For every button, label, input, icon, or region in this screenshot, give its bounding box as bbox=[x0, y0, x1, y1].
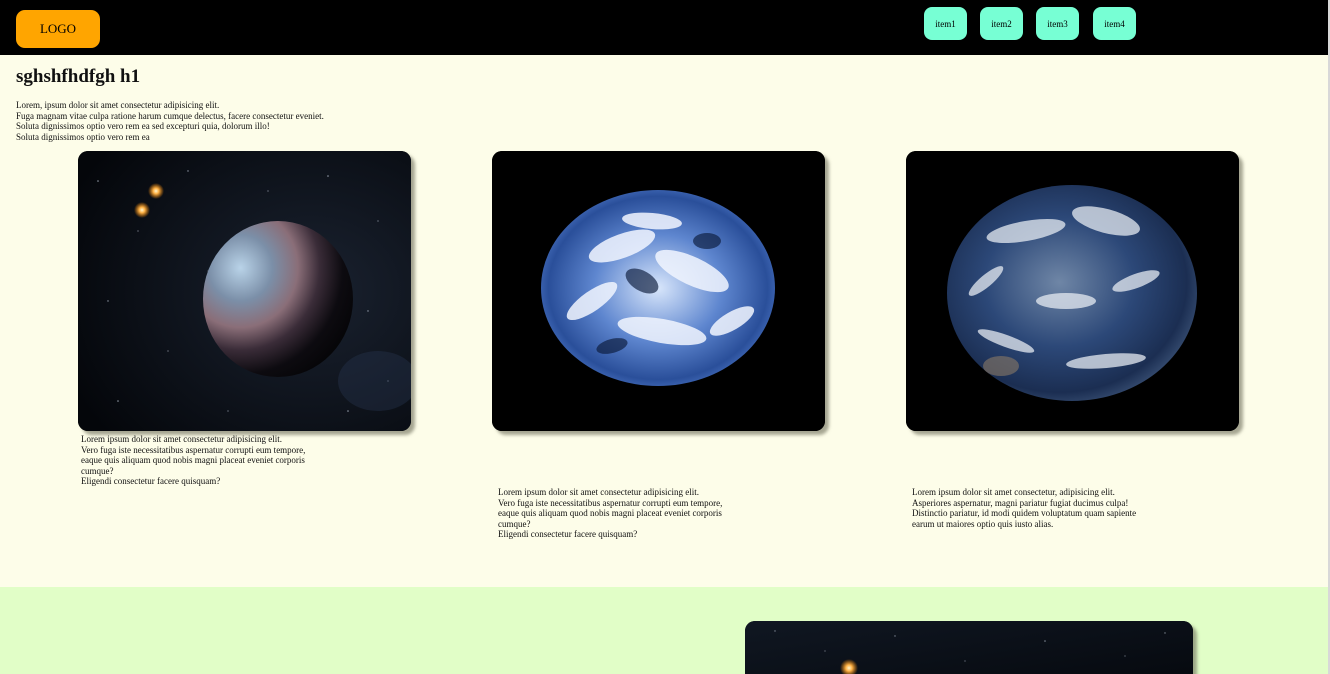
card-text-line: Eligendi consectetur facere quisquam? bbox=[498, 529, 638, 539]
section-2-image bbox=[745, 621, 1193, 674]
card-text-line: Vero fuga iste necessitatibus aspernatur… bbox=[81, 444, 306, 455]
header-bar: LOGO item1 item2 item3 item4 bbox=[0, 0, 1328, 55]
card-text-line: eaque quis aliquam quod nobis magni plac… bbox=[81, 455, 305, 465]
card-3-text: Lorem ipsum dolor sit amet consectetur, … bbox=[912, 487, 1152, 529]
blue-earth-image bbox=[492, 151, 825, 431]
planet-with-stars-image bbox=[745, 621, 1193, 674]
earth-globe-image bbox=[906, 151, 1239, 431]
card-text-line: cumque? bbox=[81, 465, 114, 476]
card-1-text: Lorem ipsum dolor sit amet consectetur a… bbox=[81, 434, 321, 487]
page: LOGO item1 item2 item3 item4 sghshfhdfgh… bbox=[0, 0, 1330, 674]
planet-with-stars-image bbox=[78, 151, 411, 431]
nav-item-3[interactable]: item3 bbox=[1036, 7, 1079, 40]
page-title: sghshfhdfgh h1 bbox=[16, 66, 141, 87]
card-text-line: cumque? bbox=[498, 518, 531, 529]
logo-button[interactable]: LOGO bbox=[16, 10, 100, 48]
card-2-image bbox=[492, 151, 825, 431]
card-text-line: earum ut maiores optio quis iusto alias. bbox=[912, 518, 1054, 529]
nav-item-2[interactable]: item2 bbox=[980, 7, 1023, 40]
card-text-line: Vero fuga iste necessitatibus aspernatur… bbox=[498, 497, 723, 508]
card-text-line: Asperiores aspernatur, magni pariatur fu… bbox=[912, 497, 1129, 508]
intro-paragraph: Lorem, ipsum dolor sit amet consectetur … bbox=[16, 100, 324, 142]
card-text-line: Eligendi consectetur facere quisquam? bbox=[81, 476, 221, 486]
intro-line: Soluta dignissimos optio vero rem ea sed… bbox=[16, 121, 270, 131]
card-1-image bbox=[78, 151, 411, 431]
card-text-line: Lorem ipsum dolor sit amet consectetur a… bbox=[498, 487, 699, 497]
card-text-line: eaque quis aliquam quod nobis magni plac… bbox=[498, 508, 722, 518]
card-3-image bbox=[906, 151, 1239, 431]
intro-line: Soluta dignissimos optio vero rem ea bbox=[16, 131, 150, 142]
intro-line: Lorem, ipsum dolor sit amet consectetur … bbox=[16, 100, 220, 110]
card-2-text: Lorem ipsum dolor sit amet consectetur a… bbox=[498, 487, 738, 540]
nav-item-4[interactable]: item4 bbox=[1093, 7, 1136, 40]
card-text-line: Lorem ipsum dolor sit amet consectetur a… bbox=[81, 434, 282, 444]
card-text-line: Lorem ipsum dolor sit amet consectetur, … bbox=[912, 487, 1115, 497]
intro-line: Fuga magnam vitae culpa ratione harum cu… bbox=[16, 110, 324, 121]
nav-item-1[interactable]: item1 bbox=[924, 7, 967, 40]
card-text-line: Distinctio pariatur, id modi quidem volu… bbox=[912, 508, 1137, 518]
